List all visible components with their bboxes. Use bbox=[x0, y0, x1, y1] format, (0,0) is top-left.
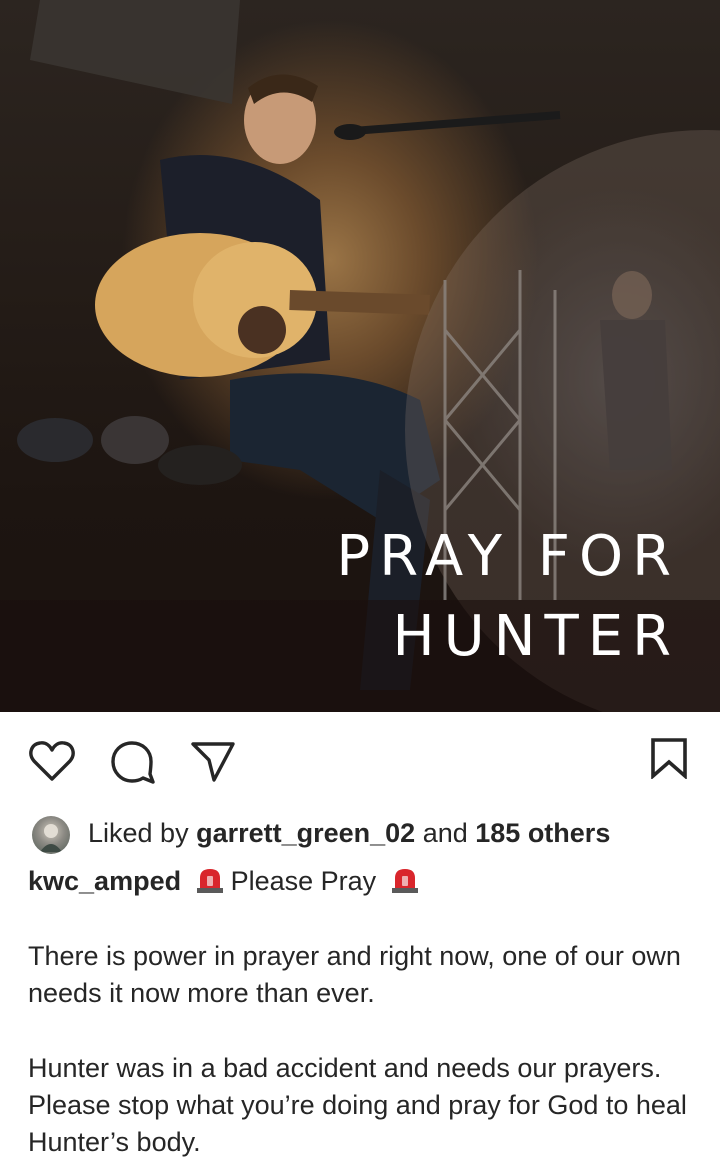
caption-paragraph-2: Hunter was in a bad accident and needs o… bbox=[28, 1053, 687, 1157]
likes-prefix: Liked by bbox=[88, 818, 197, 848]
likes-middle: and bbox=[415, 818, 476, 848]
liker-username[interactable]: garrett_green_02 bbox=[196, 818, 415, 848]
siren-icon bbox=[196, 869, 223, 893]
likes-others[interactable]: 185 others bbox=[475, 818, 610, 848]
siren-icon bbox=[391, 869, 418, 893]
bookmark-icon[interactable] bbox=[650, 737, 688, 779]
post-image[interactable]: PRAY FOR HUNTER bbox=[0, 0, 720, 712]
caption-text: Please Pray bbox=[230, 866, 377, 896]
image-headline-line1: PRAY FOR bbox=[336, 524, 680, 589]
avatar-image bbox=[40, 824, 62, 852]
heart-icon[interactable] bbox=[28, 739, 76, 783]
liker-avatar[interactable] bbox=[32, 816, 70, 854]
caption-username[interactable]: kwc_amped bbox=[28, 866, 181, 896]
likes-summary[interactable]: Liked by garrett_green_02 and 185 others bbox=[88, 818, 610, 849]
caption-header: kwc_amped Please Pray bbox=[28, 866, 426, 897]
caption-paragraph-1: There is power in prayer and right now, … bbox=[28, 941, 681, 1008]
comment-icon[interactable] bbox=[110, 740, 156, 784]
send-icon[interactable] bbox=[190, 741, 236, 783]
image-headline-line2: HUNTER bbox=[392, 604, 680, 669]
